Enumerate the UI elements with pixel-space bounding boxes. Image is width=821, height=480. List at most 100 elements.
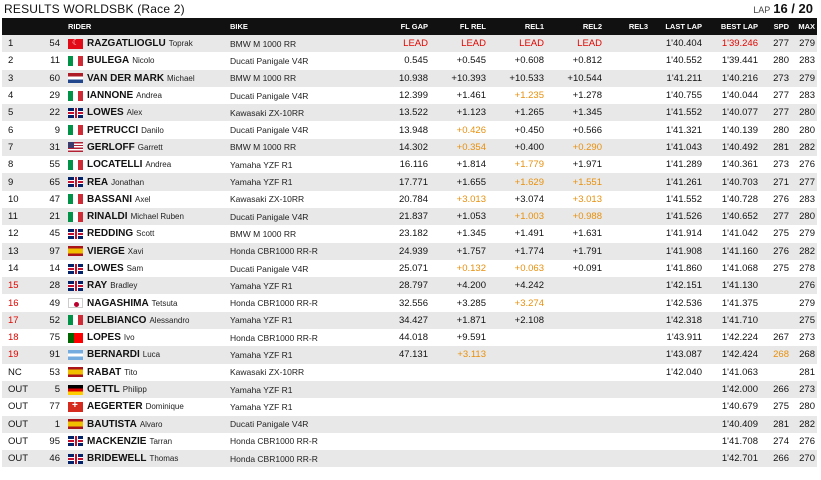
bike: Honda CBR1000 RR-R [230, 453, 318, 464]
position: OUT [8, 384, 29, 396]
rider-surname: RINALDI [87, 211, 128, 223]
last-lap: 1'42.318 [665, 314, 702, 326]
table-row[interactable]: OUT 1 BAUTISTA Alvaro Ducati Panigale V4R 1'4… [2, 415, 817, 433]
col-fl-rel: FL REL [459, 22, 486, 31]
rider-number: 22 [49, 107, 60, 119]
max-speed: 280 [799, 401, 815, 413]
best-lap: 1'39.246 [721, 38, 758, 50]
col-fl-gap: FL GAP [400, 22, 428, 31]
table-row[interactable]: OUT 95 MACKENZIE Tarran Honda CBR1000 RR-R 1'… [2, 432, 817, 451]
speed: 266 [773, 384, 789, 396]
fl-gap: LEAD [403, 38, 428, 50]
rel1 [494, 364, 552, 381]
bike: BMW M 1000 RR [230, 38, 297, 49]
table-row[interactable]: 8 55 LOCATELLI Andrea Yamaha YZF R1 16.116 +1.… [2, 156, 817, 174]
rider-cell: PETRUCCI Danilo [68, 121, 230, 138]
rider-firstname: Toprak [168, 39, 193, 49]
table-row[interactable]: 16 49 NAGASHIMA Tetsuta Honda CBR1000 RR-R 32… [2, 294, 817, 312]
table-row[interactable]: 18 75 LOPES Ivo Honda CBR1000 RR-R 44.018 +9.5… [2, 329, 817, 347]
rider-cell: GERLOFF Garrett [68, 139, 230, 156]
table-row[interactable]: 7 31 GERLOFF Garrett BMW M 1000 RR 14.302 +0.3… [2, 138, 817, 157]
table-row[interactable]: OUT 46 BRIDEWELL Thomas Honda CBR1000 RR-R 1'… [2, 450, 817, 468]
rel1: +1.491 [514, 228, 544, 240]
rider-number: 47 [49, 193, 60, 205]
table-row[interactable]: 17 52 DELBIANCO Alessandro Yamaha YZF R1 34.4… [2, 311, 817, 330]
speed: 276 [773, 193, 789, 205]
rel3 [610, 139, 656, 156]
rel3 [610, 243, 656, 260]
rider-cell: RAY Bradley [68, 277, 230, 294]
rider-firstname: Andrea [136, 91, 162, 101]
max-speed: 279 [799, 228, 815, 240]
table-row[interactable]: 19 91 BERNARDI Luca Yamaha YZF R1 47.131 +3.11… [2, 346, 817, 364]
bike: Honda CBR1000 RR-R [230, 332, 318, 343]
rider-firstname: Sam [126, 264, 144, 273]
col-rider: RIDER [68, 22, 92, 31]
table-row[interactable]: OUT 5 OETTL Philipp Yamaha YZF R1 1'42.000 266… [2, 380, 817, 399]
rel3 [610, 191, 656, 208]
rel2: +1.278 [572, 90, 602, 102]
rel1: +0.063 [514, 263, 544, 274]
rel1: +1.779 [514, 159, 544, 171]
table-row[interactable]: 13 97 VIERGE Xavi Honda CBR1000 RR-R 24.939 +1… [2, 242, 817, 260]
rider-surname: RABAT [87, 366, 122, 378]
position: OUT [8, 435, 29, 447]
last-lap: 1'42.040 [665, 366, 702, 378]
col-last-lap: LAST LAP [665, 22, 702, 31]
rider-firstname: Bradley [110, 281, 138, 291]
flag-esp-icon [68, 367, 83, 378]
last-lap: 1'41.526 [665, 211, 702, 223]
best-lap: 1'42.224 [721, 332, 758, 344]
rel3 [610, 294, 656, 311]
rider-firstname: Alessandro [149, 315, 190, 325]
last-lap [656, 416, 710, 433]
table-row[interactable]: 3 60 VAN DER MARK Michael BMW M 1000 RR 10.93… [2, 69, 817, 87]
rider-surname: VAN DER MARK [87, 72, 165, 84]
rel2 [552, 294, 610, 311]
table-row[interactable]: 154RAZGATLIOGLUToprakBMW M 1000 RRLEADLE… [2, 35, 817, 53]
fl-rel: +1.123 [456, 107, 486, 119]
table-row[interactable]: 11 21 RINALDI Michael Ruben Ducati Panigale … [2, 207, 817, 226]
rider-cell: MACKENZIE Tarran [68, 433, 230, 450]
rider-surname: RAZGATLIOGLU [87, 38, 166, 50]
rel3 [610, 416, 656, 433]
position: 2 [8, 55, 14, 67]
table-row[interactable]: 5 22 LOWES Alex Kawasaki ZX-10RR 13.522 +1.123… [2, 104, 817, 122]
flag-ita-icon [68, 211, 83, 222]
fl-rel: +0.132 [456, 263, 486, 274]
table-row[interactable]: 2 11 BULEGA Nicolo Ducati Panigale V4R 0.545 +… [2, 52, 817, 70]
table-row[interactable]: OUT77AEGERTERDominiqueYamaha YZF R11'40.… [2, 398, 817, 416]
table-row[interactable]: 12 45 REDDING Scott BMW M 1000 RR 23.182 +1.34… [2, 225, 817, 243]
rel1: +1.629 [514, 176, 544, 188]
table-row[interactable]: NC 53 RABAT Tito Kawasaki ZX-10RR 1'42.040 1'4… [2, 363, 817, 381]
rider-number: 54 [49, 38, 60, 50]
rel1 [494, 450, 552, 467]
rider-number: 55 [49, 159, 60, 171]
speed: 277 [773, 38, 789, 50]
bike: BMW M 1000 RR [230, 142, 297, 153]
rel3 [610, 156, 656, 173]
table-row[interactable]: 10 47 BASSANI Axel Kawasaki ZX-10RR 20.784 +3.… [2, 190, 817, 208]
col-rel2: REL2 [582, 22, 602, 31]
speed: 273 [773, 72, 789, 84]
col-rel1: REL1 [524, 22, 544, 31]
fl-gap: 24.939 [398, 245, 428, 257]
rel3 [610, 364, 656, 381]
max-speed: 282 [799, 141, 815, 153]
max-speed: 276 [799, 435, 815, 447]
table-row[interactable]: 9 65 REA Jonathan Yamaha YZF R1 17.771 +1.655 +… [2, 173, 817, 191]
table-row[interactable]: 4 29 IANNONE Andrea Ducati Panigale V4R 12.39… [2, 86, 817, 105]
table-row[interactable]: 14 14 LOWES Sam Ducati Panigale V4R 25.071 +0.… [2, 259, 817, 278]
flag-arg-icon [68, 349, 83, 360]
speed: 267 [773, 332, 789, 344]
best-lap: 1'40.652 [721, 211, 758, 223]
rider-firstname: Ivo [123, 333, 135, 343]
table-row[interactable]: 6 9 PETRUCCI Danilo Ducati Panigale V4R 13.94… [2, 121, 817, 139]
table-row[interactable]: 15 28 RAY Bradley Yamaha YZF R1 28.797 +4.200 +… [2, 277, 817, 295]
rider-firstname: Xavi [127, 246, 144, 256]
flag-gbr-icon [68, 107, 83, 118]
rel2: +0.812 [572, 55, 602, 67]
flag-gbr-icon [68, 177, 83, 188]
max-speed: 270 [799, 453, 815, 465]
position: NC [8, 366, 22, 378]
